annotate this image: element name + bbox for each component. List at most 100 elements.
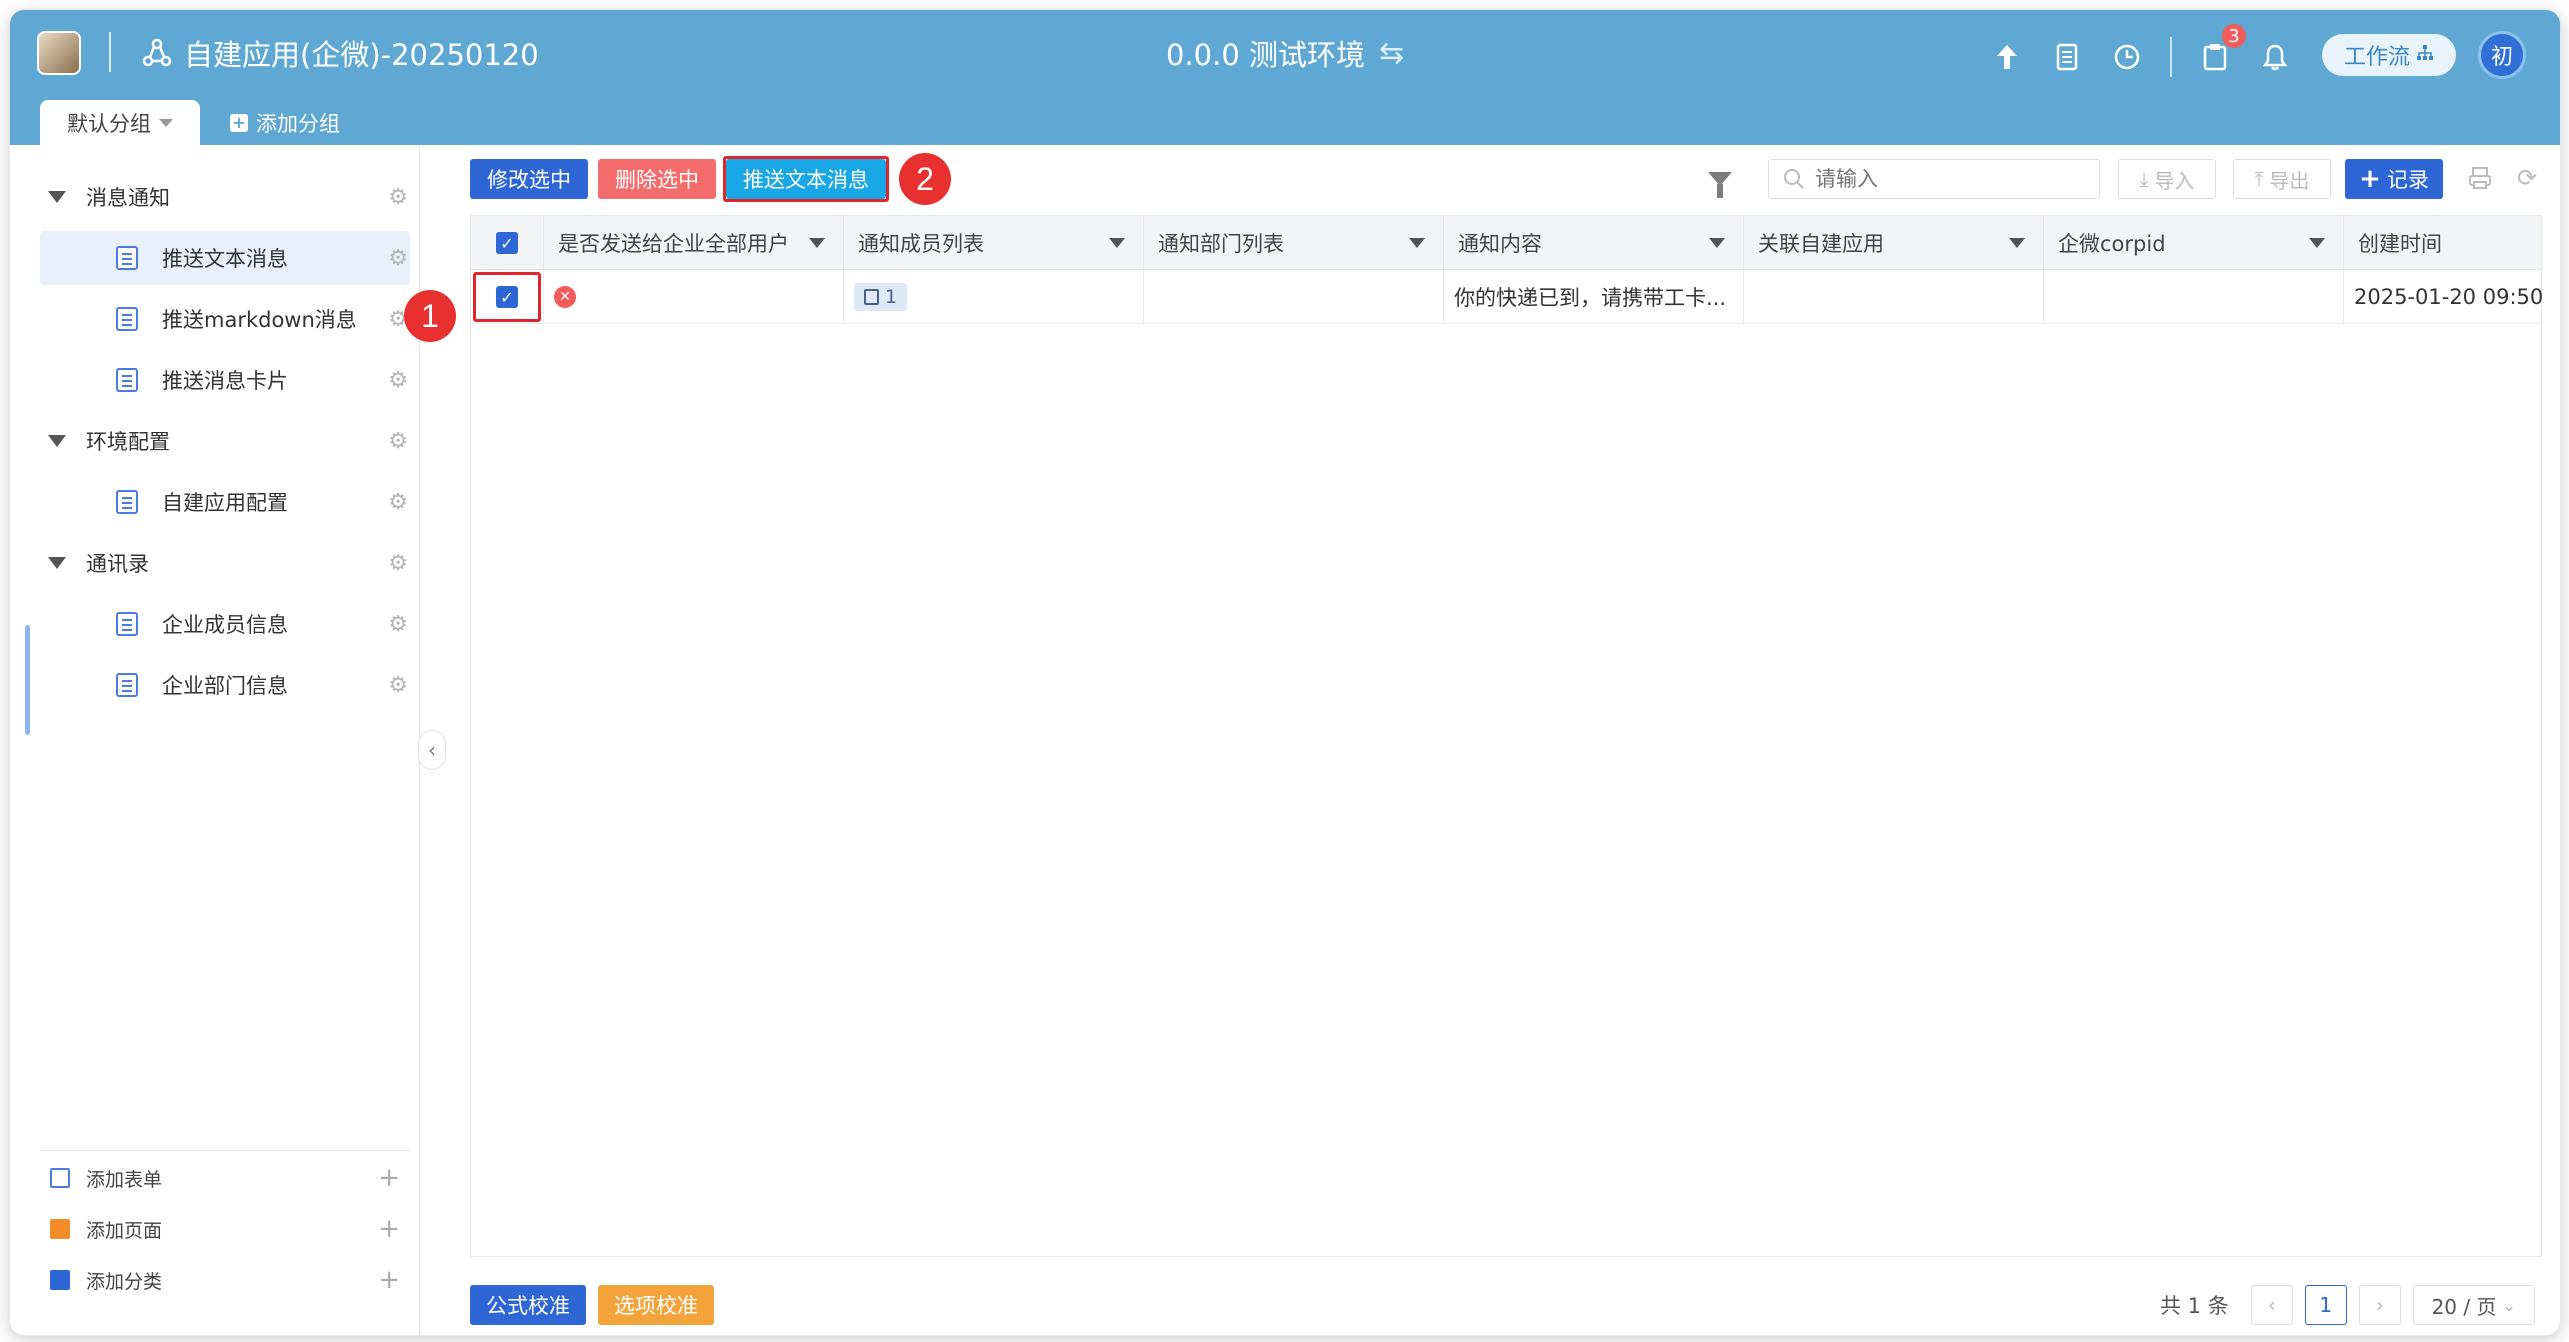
gear-icon[interactable]: ⚙	[388, 490, 408, 515]
environment-switcher[interactable]: 0.0.0 测试环境 ⇆	[1166, 33, 1404, 73]
page-number-current[interactable]: 1	[2304, 1285, 2347, 1325]
cell-content[interactable]: 你的快递已到，请携带工卡...	[1444, 270, 1744, 324]
formula-check-button[interactable]: 公式校准	[470, 1285, 586, 1325]
caret-down-icon[interactable]	[48, 191, 66, 203]
page-table-icon	[50, 1219, 70, 1239]
form-doc-icon	[116, 246, 138, 270]
add-category-item[interactable]: 添加分类 +	[40, 1256, 410, 1304]
column-header[interactable]: 通知内容	[1444, 216, 1744, 270]
user-avatar[interactable]: 初	[2478, 31, 2526, 79]
column-header[interactable]: 通知部门列表	[1144, 216, 1444, 270]
highlight-push-button	[723, 156, 889, 202]
sidebar-item-label: 企业部门信息	[162, 674, 288, 698]
add-page-label: 添加页面	[86, 1219, 163, 1242]
sidebar-group-message-notify[interactable]: 消息通知 ⚙	[40, 170, 410, 224]
gear-icon[interactable]: ⚙	[388, 429, 408, 454]
chevron-down-icon[interactable]	[159, 118, 173, 127]
collapse-sidebar-chevron-left-icon[interactable]: ‹	[418, 730, 446, 770]
column-title: 通知内容	[1458, 232, 1542, 256]
workflow-button[interactable]: 工作流	[2322, 34, 2456, 76]
add-category-label: 添加分类	[86, 1270, 163, 1293]
sidebar-item-push-text[interactable]: 推送文本消息 ⚙	[40, 231, 410, 285]
caret-down-icon[interactable]	[2309, 238, 2325, 248]
sidebar-item-push-markdown[interactable]: 推送markdown消息 ⚙	[40, 292, 410, 346]
top-header: 自建应用(企微)-20250120 0.0.0 测试环境 ⇆ 3 工作流 初 默…	[10, 10, 2560, 145]
filter-icon[interactable]	[1708, 172, 1732, 198]
caret-down-icon[interactable]	[2009, 238, 2025, 248]
table-header: ✓ 是否发送给企业全部用户 通知成员列表 通知部门列表 通知内容 关联自建应用	[471, 216, 2541, 270]
tab-default-group[interactable]: 默认分组	[40, 100, 200, 145]
caret-down-icon[interactable]	[48, 435, 66, 447]
cell-corpid[interactable]	[2044, 270, 2344, 324]
sidebar-item-departments[interactable]: 企业部门信息 ⚙	[40, 658, 410, 712]
cell-created[interactable]: 2025-01-20 09:50:	[2344, 270, 2543, 324]
plus-icon[interactable]: +	[378, 1265, 400, 1295]
page-size-select[interactable]: 20 / 页 ⌄	[2412, 1285, 2535, 1325]
sidebar-group-env-config[interactable]: 环境配置 ⚙	[40, 414, 410, 468]
search-box[interactable]	[1768, 159, 2100, 199]
refresh-icon[interactable]: ⟳	[2512, 163, 2542, 193]
plus-icon[interactable]: +	[378, 1214, 400, 1244]
data-table: ✓ 是否发送给企业全部用户 通知成员列表 通知部门列表 通知内容 关联自建应用	[470, 215, 2543, 1257]
sidebar-group-contacts[interactable]: 通讯录 ⚙	[40, 536, 410, 590]
export-button[interactable]: ⤒ 导出	[2233, 159, 2331, 199]
caret-down-icon[interactable]	[1409, 238, 1425, 248]
column-header[interactable]: 通知成员列表	[844, 216, 1144, 270]
add-page-item[interactable]: 添加页面 +	[40, 1205, 410, 1253]
cell-send-all[interactable]: ✕	[544, 270, 844, 324]
search-input[interactable]	[1815, 167, 2075, 191]
plus-icon[interactable]: +	[378, 1163, 400, 1193]
column-header[interactable]: 企微corpid	[2044, 216, 2344, 270]
sidebar-item-members[interactable]: 企业成员信息 ⚙	[40, 597, 410, 651]
document-icon[interactable]	[2050, 40, 2084, 74]
table-row[interactable]: ✓ ✕ 1 你的快递已到，请携带工卡... 2025-01-20 09:50:	[471, 270, 2543, 324]
delete-selected-button[interactable]: 删除选中	[598, 159, 716, 199]
edit-selected-button[interactable]: 修改选中	[470, 159, 588, 199]
select-all-checkbox[interactable]: ✓	[496, 232, 518, 254]
gear-icon[interactable]: ⚙	[388, 612, 408, 637]
gear-icon[interactable]: ⚙	[388, 246, 408, 271]
import-icon: ⤓	[2139, 167, 2149, 191]
sidebar-scrollbar[interactable]	[25, 625, 30, 735]
caret-down-icon[interactable]	[1709, 238, 1725, 248]
gear-icon[interactable]: ⚙	[388, 673, 408, 698]
next-page-chevron-right-icon[interactable]: ›	[2358, 1285, 2401, 1325]
add-record-button[interactable]: + 记录	[2345, 159, 2443, 199]
caret-down-icon[interactable]	[809, 238, 825, 248]
gear-icon[interactable]: ⚙	[388, 185, 408, 210]
swap-icon[interactable]: ⇆	[1379, 36, 1404, 71]
sidebar-item-app-config[interactable]: 自建应用配置 ⚙	[40, 475, 410, 529]
cell-departments[interactable]	[1144, 270, 1444, 324]
column-header[interactable]: 是否发送给企业全部用户	[544, 216, 844, 270]
sidebar-group-label: 消息通知	[86, 186, 170, 210]
caret-down-icon[interactable]	[48, 557, 66, 569]
option-check-button[interactable]: 选项校准	[598, 1285, 714, 1325]
caret-down-icon[interactable]	[1109, 238, 1125, 248]
add-record-label: 记录	[2386, 168, 2429, 192]
column-header[interactable]: 关联自建应用	[1744, 216, 2044, 270]
add-group-tab[interactable]: + 添加分组	[230, 100, 340, 145]
false-x-icon: ✕	[554, 286, 576, 308]
app-logo[interactable]	[37, 31, 81, 75]
header-divider	[109, 32, 111, 72]
sidebar-item-push-card[interactable]: 推送消息卡片 ⚙	[40, 353, 410, 407]
gear-icon[interactable]: ⚙	[388, 368, 408, 393]
gear-icon[interactable]: ⚙	[388, 551, 408, 576]
sidebar-group-label: 通讯录	[86, 552, 149, 576]
publish-icon[interactable]	[1990, 40, 2024, 74]
column-title: 是否发送给企业全部用户	[558, 232, 789, 256]
app-window: 自建应用(企微)-20250120 0.0.0 测试环境 ⇆ 3 工作流 初 默…	[10, 10, 2560, 1335]
cell-linked-app[interactable]	[1744, 270, 2044, 324]
prev-page-chevron-left-icon[interactable]: ‹	[2250, 1285, 2293, 1325]
import-button[interactable]: ⤓ 导入	[2118, 159, 2216, 199]
app-title[interactable]: 自建应用(企微)-20250120	[142, 33, 539, 73]
cell-members[interactable]: 1	[844, 270, 1144, 324]
column-header[interactable]: 创建时间	[2344, 216, 2543, 270]
add-form-item[interactable]: 添加表单 +	[40, 1154, 410, 1202]
print-icon[interactable]	[2465, 163, 2495, 193]
member-count-tag[interactable]: 1	[854, 283, 908, 311]
history-clock-icon[interactable]	[2110, 40, 2144, 74]
clipboard-icon[interactable]: 3	[2198, 24, 2246, 74]
sidebar: 消息通知 ⚙ 推送文本消息 ⚙ 推送markdown消息 ⚙ 推送消息卡片 ⚙ …	[10, 145, 420, 1335]
bell-icon[interactable]	[2258, 40, 2292, 74]
